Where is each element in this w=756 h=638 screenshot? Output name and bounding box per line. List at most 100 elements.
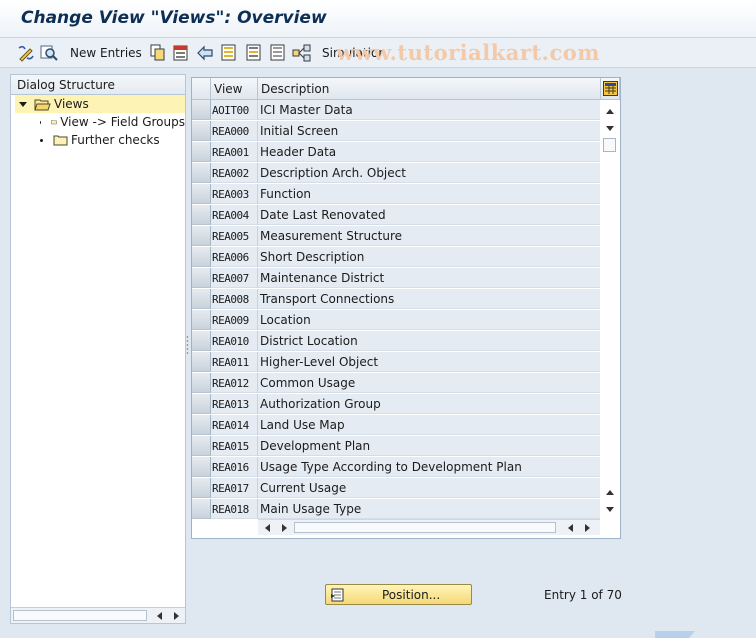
simulation-button[interactable]: Simulation: [322, 43, 386, 63]
cell-description: Header Data: [258, 142, 600, 162]
row-selector[interactable]: [192, 121, 211, 141]
page-up-icon[interactable]: [604, 105, 616, 117]
scroll-down-small-icon[interactable]: [604, 122, 616, 134]
delete-button[interactable]: [173, 43, 189, 63]
row-selector[interactable]: [192, 457, 211, 477]
scroll-right-icon[interactable]: [582, 523, 592, 533]
cell-description: ICI Master Data: [258, 100, 600, 120]
table-row[interactable]: REA001 Header Data: [192, 142, 602, 163]
table-row[interactable]: REA007 Maintenance District: [192, 268, 602, 289]
undo-icon: [197, 45, 213, 61]
table-row[interactable]: REA004 Date Last Renovated: [192, 205, 602, 226]
scroll-left-icon[interactable]: [155, 611, 165, 621]
row-selector[interactable]: [192, 373, 211, 393]
row-selector[interactable]: [192, 184, 211, 204]
expand-triangle-icon[interactable]: [19, 101, 27, 107]
table-row[interactable]: REA011 Higher-Level Object: [192, 352, 602, 373]
table-settings-button[interactable]: [601, 78, 620, 100]
dialog-structure-hscrollbar[interactable]: [11, 607, 185, 623]
table-row[interactable]: REA000 Initial Screen: [192, 121, 602, 142]
select-all-rows-header[interactable]: [192, 78, 211, 100]
new-entries-button[interactable]: New Entries: [70, 43, 142, 63]
scroll-right-icon[interactable]: [279, 523, 289, 533]
folder-icon: [51, 120, 58, 125]
scroll-thumb[interactable]: [294, 522, 556, 533]
select-all-button[interactable]: [221, 43, 237, 63]
cell-view: REA013: [211, 394, 258, 414]
cell-description: Transport Connections: [258, 289, 600, 309]
copy-button[interactable]: [150, 43, 166, 63]
scroll-thumb[interactable]: [603, 138, 616, 152]
row-selector[interactable]: [192, 163, 211, 183]
tree-item-label: Views: [54, 97, 89, 111]
delete-icon: [173, 45, 188, 61]
undo-button[interactable]: [196, 43, 214, 63]
cell-description: Description Arch. Object: [258, 163, 600, 183]
cell-view: REA011: [211, 352, 258, 372]
table-row[interactable]: REA008 Transport Connections: [192, 289, 602, 310]
cell-description: Current Usage: [258, 478, 600, 498]
row-selector[interactable]: [192, 436, 211, 456]
row-selector[interactable]: [192, 226, 211, 246]
row-selector[interactable]: [192, 394, 211, 414]
table-row[interactable]: REA016 Usage Type According to Developmen…: [192, 457, 602, 478]
column-header-description[interactable]: Description: [258, 78, 601, 100]
tree-item-label: Further checks: [71, 133, 160, 147]
table-row[interactable]: REA015 Development Plan: [192, 436, 602, 457]
row-selector[interactable]: [192, 415, 211, 435]
find-button[interactable]: [40, 43, 58, 63]
table-hscrollbar[interactable]: [258, 519, 600, 535]
row-selector[interactable]: [192, 268, 211, 288]
tree-item-further-checks[interactable]: Further checks: [15, 131, 185, 149]
table-row[interactable]: REA003 Function: [192, 184, 602, 205]
scroll-up-small-icon[interactable]: [604, 486, 616, 498]
row-selector[interactable]: [192, 331, 211, 351]
row-selector[interactable]: [192, 352, 211, 372]
row-selector[interactable]: [192, 310, 211, 330]
tree-item-views[interactable]: Views: [15, 95, 185, 113]
row-selector[interactable]: [192, 478, 211, 498]
row-selector[interactable]: [192, 100, 211, 120]
scroll-thumb[interactable]: [13, 610, 147, 621]
deselect-all-button[interactable]: [270, 43, 286, 63]
table-row[interactable]: REA002 Description Arch. Object: [192, 163, 602, 184]
position-button[interactable]: Position...: [325, 584, 472, 605]
cell-view: REA014: [211, 415, 258, 435]
scroll-left-icon[interactable]: [566, 523, 576, 533]
table-row[interactable]: AOIT00 ICI Master Data: [192, 100, 602, 121]
table-row[interactable]: REA009 Location: [192, 310, 602, 331]
table-row[interactable]: REA013 Authorization Group: [192, 394, 602, 415]
scroll-right-icon[interactable]: [171, 611, 181, 621]
cell-description: District Location: [258, 331, 600, 351]
select-block-button[interactable]: [246, 43, 262, 63]
table-settings-icon[interactable]: [603, 81, 618, 96]
cell-view: REA000: [211, 121, 258, 141]
table-row[interactable]: REA006 Short Description: [192, 247, 602, 268]
transport-button[interactable]: [292, 43, 312, 63]
row-selector[interactable]: [192, 142, 211, 162]
table-row[interactable]: REA010 District Location: [192, 331, 602, 352]
entry-count: Entry 1 of 70: [544, 588, 622, 602]
column-header-view[interactable]: View: [211, 78, 258, 100]
cell-description: Measurement Structure: [258, 226, 600, 246]
row-selector[interactable]: [192, 289, 211, 309]
panel-splitter[interactable]: [186, 335, 189, 357]
row-selector[interactable]: [192, 205, 211, 225]
table-row[interactable]: REA014 Land Use Map: [192, 415, 602, 436]
row-selector[interactable]: [192, 247, 211, 267]
select-all-icon: [221, 44, 236, 61]
row-selector[interactable]: [192, 499, 211, 519]
table-row[interactable]: REA005 Measurement Structure: [192, 226, 602, 247]
table-row[interactable]: REA012 Common Usage: [192, 373, 602, 394]
tree-item-view-field-groups[interactable]: View -> Field Groups: [15, 113, 185, 131]
cell-description: Usage Type According to Development Plan: [258, 457, 600, 477]
scroll-left-icon[interactable]: [263, 523, 273, 533]
cell-view: REA001: [211, 142, 258, 162]
table-vscrollbar[interactable]: [601, 101, 619, 517]
dialog-structure-header: Dialog Structure: [11, 75, 185, 95]
display-change-button[interactable]: [17, 43, 35, 63]
table-row[interactable]: REA017 Current Usage: [192, 478, 602, 499]
table-row[interactable]: REA018 Main Usage Type: [192, 499, 602, 520]
page-down-icon[interactable]: [604, 503, 616, 515]
position-icon: [331, 588, 344, 602]
